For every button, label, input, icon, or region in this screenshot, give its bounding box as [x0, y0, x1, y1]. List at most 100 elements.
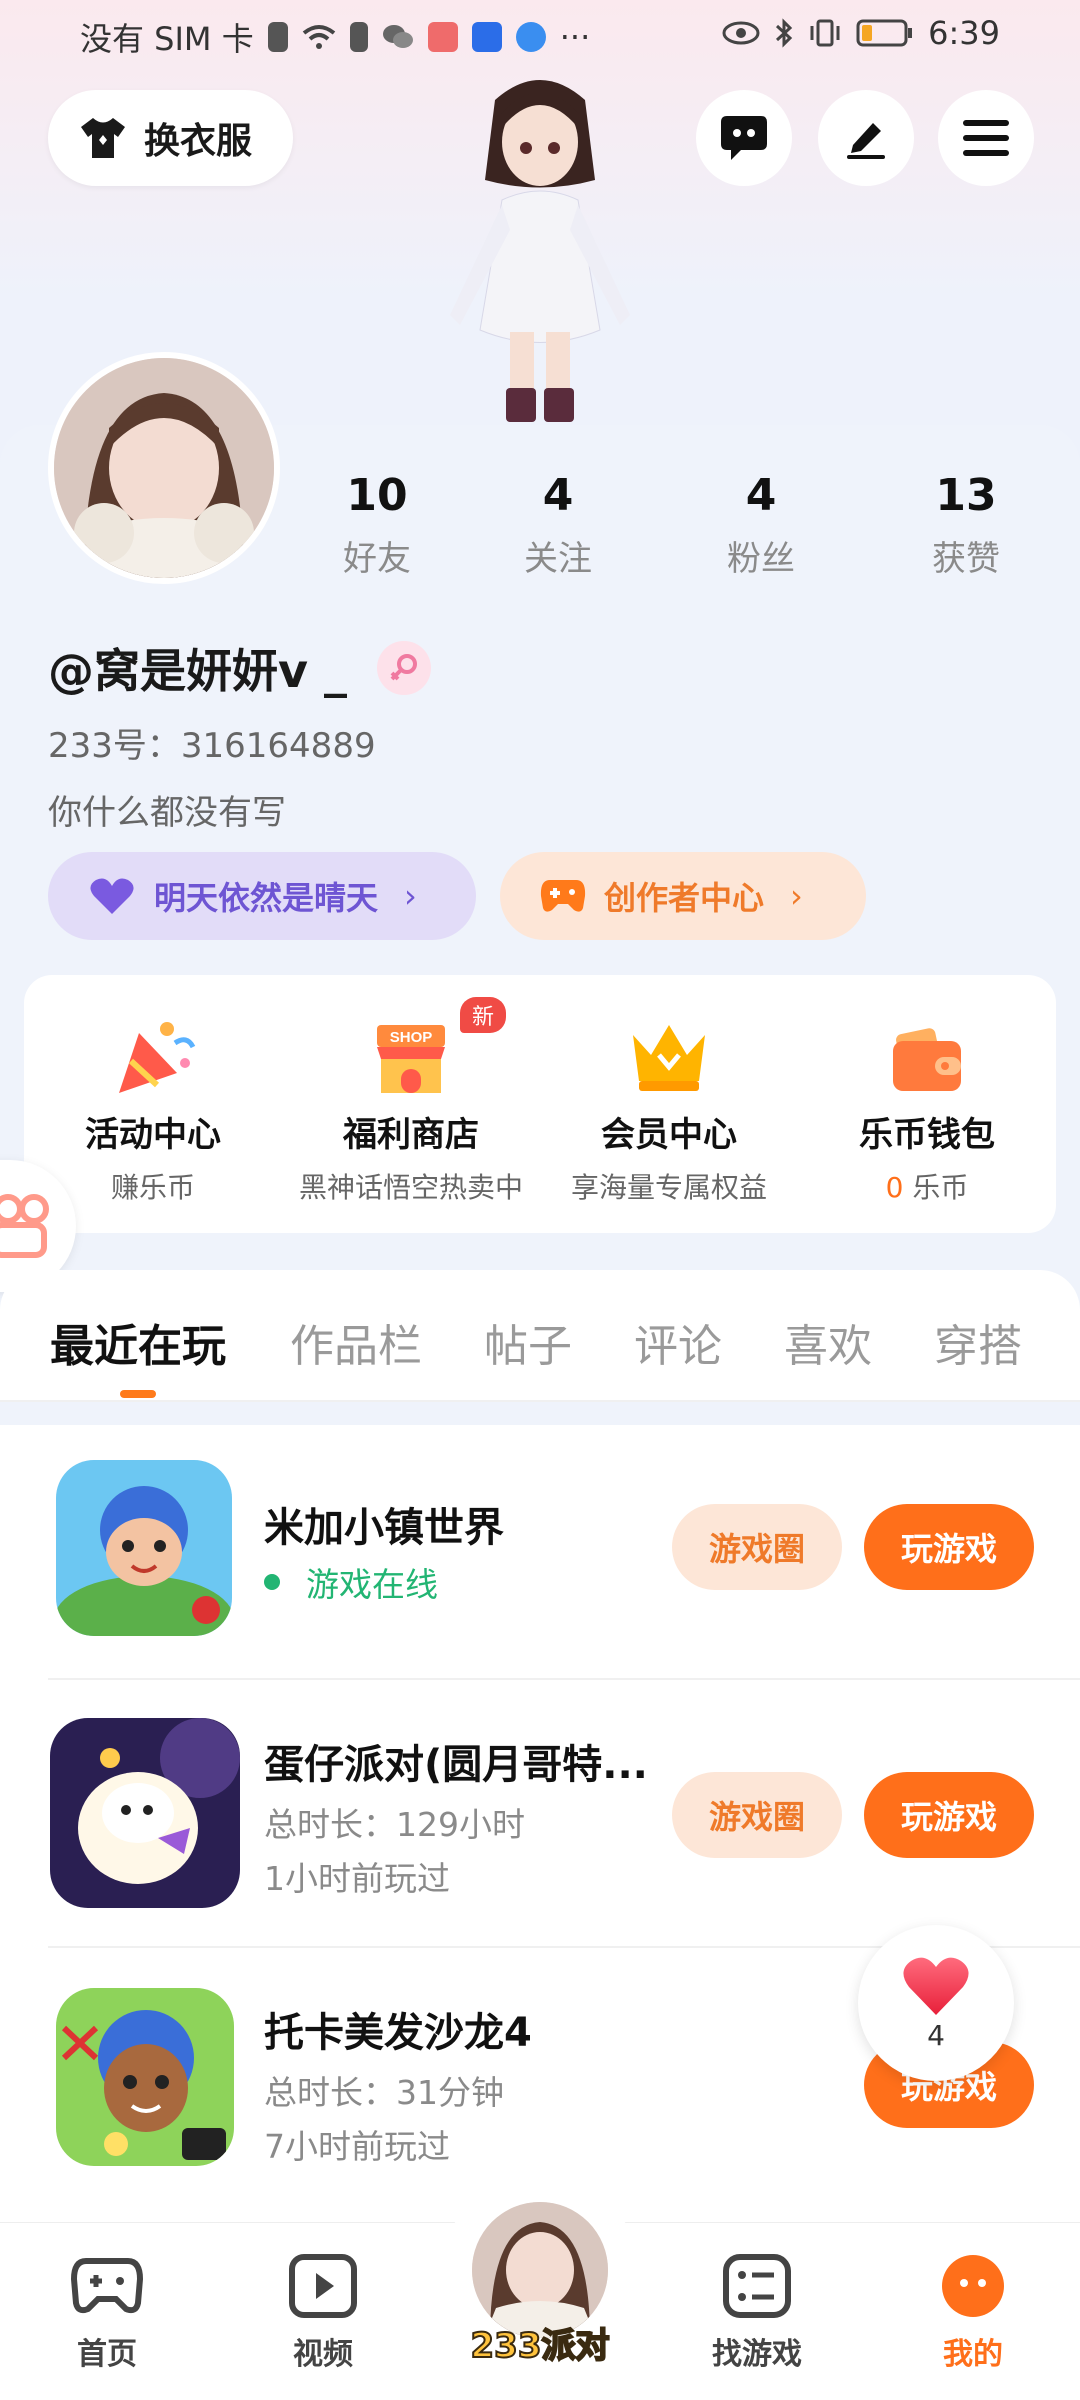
chat-icon: [721, 116, 767, 160]
video-camera-icon: [0, 1194, 49, 1258]
floating-like-button[interactable]: 4: [858, 1925, 1014, 2081]
messages-button[interactable]: [696, 90, 792, 186]
heart-icon: [903, 1957, 969, 2015]
game-title: 托卡美发沙龙4: [264, 2010, 532, 2056]
stat-number: 10: [346, 470, 408, 521]
game-circle-button[interactable]: 游戏圈: [672, 1504, 842, 1590]
game-row[interactable]: 米加小镇世界 游戏在线 游戏圈 玩游戏: [0, 1410, 1080, 1678]
mood-status-label: 明天依然是晴天: [154, 879, 379, 917]
like-count: 4: [927, 2018, 945, 2052]
creator-center-label: 创作者中心: [604, 879, 765, 917]
tab-works[interactable]: 作品栏: [290, 1310, 422, 1374]
stat-label: 好友: [343, 539, 411, 579]
game-playtime: 总时长：129小时: [264, 1805, 525, 1844]
sim-alert-icon: [267, 22, 288, 52]
alert-icon: [349, 22, 368, 52]
username-row: @窝是妍妍v _: [48, 635, 431, 701]
carrier-text: 没有 SIM 卡: [80, 20, 254, 58]
coin-wallet-tile[interactable]: 乐币钱包 0 乐币: [798, 975, 1056, 1233]
list-icon: [723, 2254, 791, 2318]
username: @窝是妍妍v _: [48, 644, 347, 698]
status-bar: 没有 SIM 卡 ··· 6:39: [0, 0, 1080, 70]
chevron-right-icon: ›: [404, 877, 417, 915]
mood-status-button[interactable]: 明天依然是晴天 ›: [48, 852, 476, 940]
stat-likes[interactable]: 13 获赞: [891, 470, 1041, 580]
quick-entry-panel: 活动中心 赚乐币 SHOP 新 福利商店 黑神话悟空热卖中 会员中心 享海量专属…: [24, 975, 1056, 1233]
game-title: 米加小镇世界: [264, 1505, 504, 1551]
tile-subtitle: 黑神话悟空热卖中: [298, 1171, 523, 1204]
stat-fans[interactable]: 4 粉丝: [686, 470, 836, 580]
vibrate-icon: [810, 19, 840, 47]
tab-recently-played[interactable]: 最近在玩: [50, 1310, 226, 1374]
nav-video[interactable]: 视频: [248, 2253, 398, 2373]
app-notify-icon-2: [471, 22, 502, 52]
edit-profile-button[interactable]: [818, 90, 914, 186]
game-circle-button[interactable]: 游戏圈: [672, 1772, 842, 1858]
tab-likes[interactable]: 喜欢: [784, 1310, 872, 1374]
eye-icon: [722, 21, 760, 45]
tab-posts[interactable]: 帖子: [484, 1310, 572, 1374]
more-notifications-icon: ···: [559, 18, 591, 56]
welfare-shop-tile[interactable]: SHOP 新 福利商店 黑神话悟空热卖中: [282, 975, 540, 1233]
avatar-3d-figure[interactable]: [390, 70, 690, 425]
stat-following[interactable]: 4 关注: [483, 470, 633, 580]
stat-friends[interactable]: 10 好友: [302, 470, 452, 580]
play-game-button[interactable]: 玩游戏: [864, 1772, 1034, 1858]
tab-outfits[interactable]: 穿搭: [934, 1310, 1022, 1374]
creator-center-button[interactable]: 创作者中心 ›: [500, 852, 866, 940]
wifi-icon: [302, 25, 335, 49]
play-video-icon: [289, 2254, 357, 2318]
crown-icon: [633, 1025, 705, 1091]
hamburger-icon: [963, 120, 1009, 156]
game-icon-toca-world[interactable]: [56, 1460, 232, 1636]
nav-find-games[interactable]: 找游戏: [682, 2253, 832, 2373]
chevron-right-icon: ›: [790, 877, 803, 915]
stat-number: 13: [935, 470, 997, 521]
stat-label: 关注: [524, 539, 592, 579]
avatar-photo: [54, 358, 274, 578]
tile-title: 福利商店: [343, 1115, 479, 1155]
nav-party-label[interactable]: 233派对: [440, 2318, 640, 2367]
change-outfit-button[interactable]: 换衣服: [48, 90, 293, 186]
stat-number: 4: [542, 470, 574, 521]
menu-button[interactable]: [938, 90, 1034, 186]
wallet-icon: [893, 1028, 961, 1091]
shop-icon: SHOP: [377, 1025, 445, 1093]
nav-home[interactable]: 首页: [32, 2253, 182, 2373]
game-title: 蛋仔派对(圆月哥特...: [264, 1742, 648, 1788]
bluetooth-icon: [776, 18, 793, 48]
game-row[interactable]: 蛋仔派对(圆月哥特... 总时长：129小时 1小时前玩过 游戏圈 玩游戏: [0, 1680, 1080, 1948]
tile-subtitle: 赚乐币: [110, 1171, 195, 1204]
play-game-button[interactable]: 玩游戏: [864, 1504, 1034, 1590]
status-left: 没有 SIM 卡 ···: [80, 14, 590, 60]
tile-subtitle: 0 乐币: [886, 1166, 969, 1206]
nav-label: 视频: [293, 2337, 353, 2372]
online-dot-icon: [264, 1574, 280, 1590]
user-id: 233号：316164889: [48, 726, 376, 766]
profile-avatar[interactable]: [48, 352, 280, 584]
tile-title: 会员中心: [601, 1115, 737, 1155]
nav-mine[interactable]: 我的: [898, 2253, 1048, 2373]
stat-label: 获赞: [932, 539, 1000, 579]
game-playtime: 总时长：31分钟: [264, 2073, 504, 2112]
tile-title: 活动中心: [85, 1115, 221, 1155]
shop-sign-text: SHOP: [390, 1029, 433, 1046]
game-last-played: 1小时前玩过: [264, 1859, 450, 1898]
game-icon-eggy-party[interactable]: [50, 1718, 240, 1908]
gamepad-icon: [70, 2258, 144, 2314]
clock: 6:39: [928, 14, 1000, 52]
active-tab-indicator: [120, 1390, 156, 1398]
change-outfit-label: 换衣服: [144, 121, 253, 162]
new-badge: 新: [460, 997, 507, 1033]
user-bio: 你什么都没有写: [48, 793, 286, 833]
party-popper-icon: [119, 1022, 196, 1093]
pen-icon: [847, 123, 885, 159]
game-icon-toca-hair-salon[interactable]: [56, 1988, 234, 2166]
game-online-status: 游戏在线: [264, 1558, 438, 1606]
tile-subtitle: 享海量专属权益: [570, 1171, 767, 1204]
vip-center-tile[interactable]: 会员中心 享海量专属权益: [540, 975, 798, 1233]
nav-label: 我的: [943, 2337, 1003, 2372]
profile-face-icon: [942, 2255, 1004, 2317]
coin-unit: 乐币: [903, 1171, 969, 1204]
tab-comments[interactable]: 评论: [634, 1310, 722, 1374]
